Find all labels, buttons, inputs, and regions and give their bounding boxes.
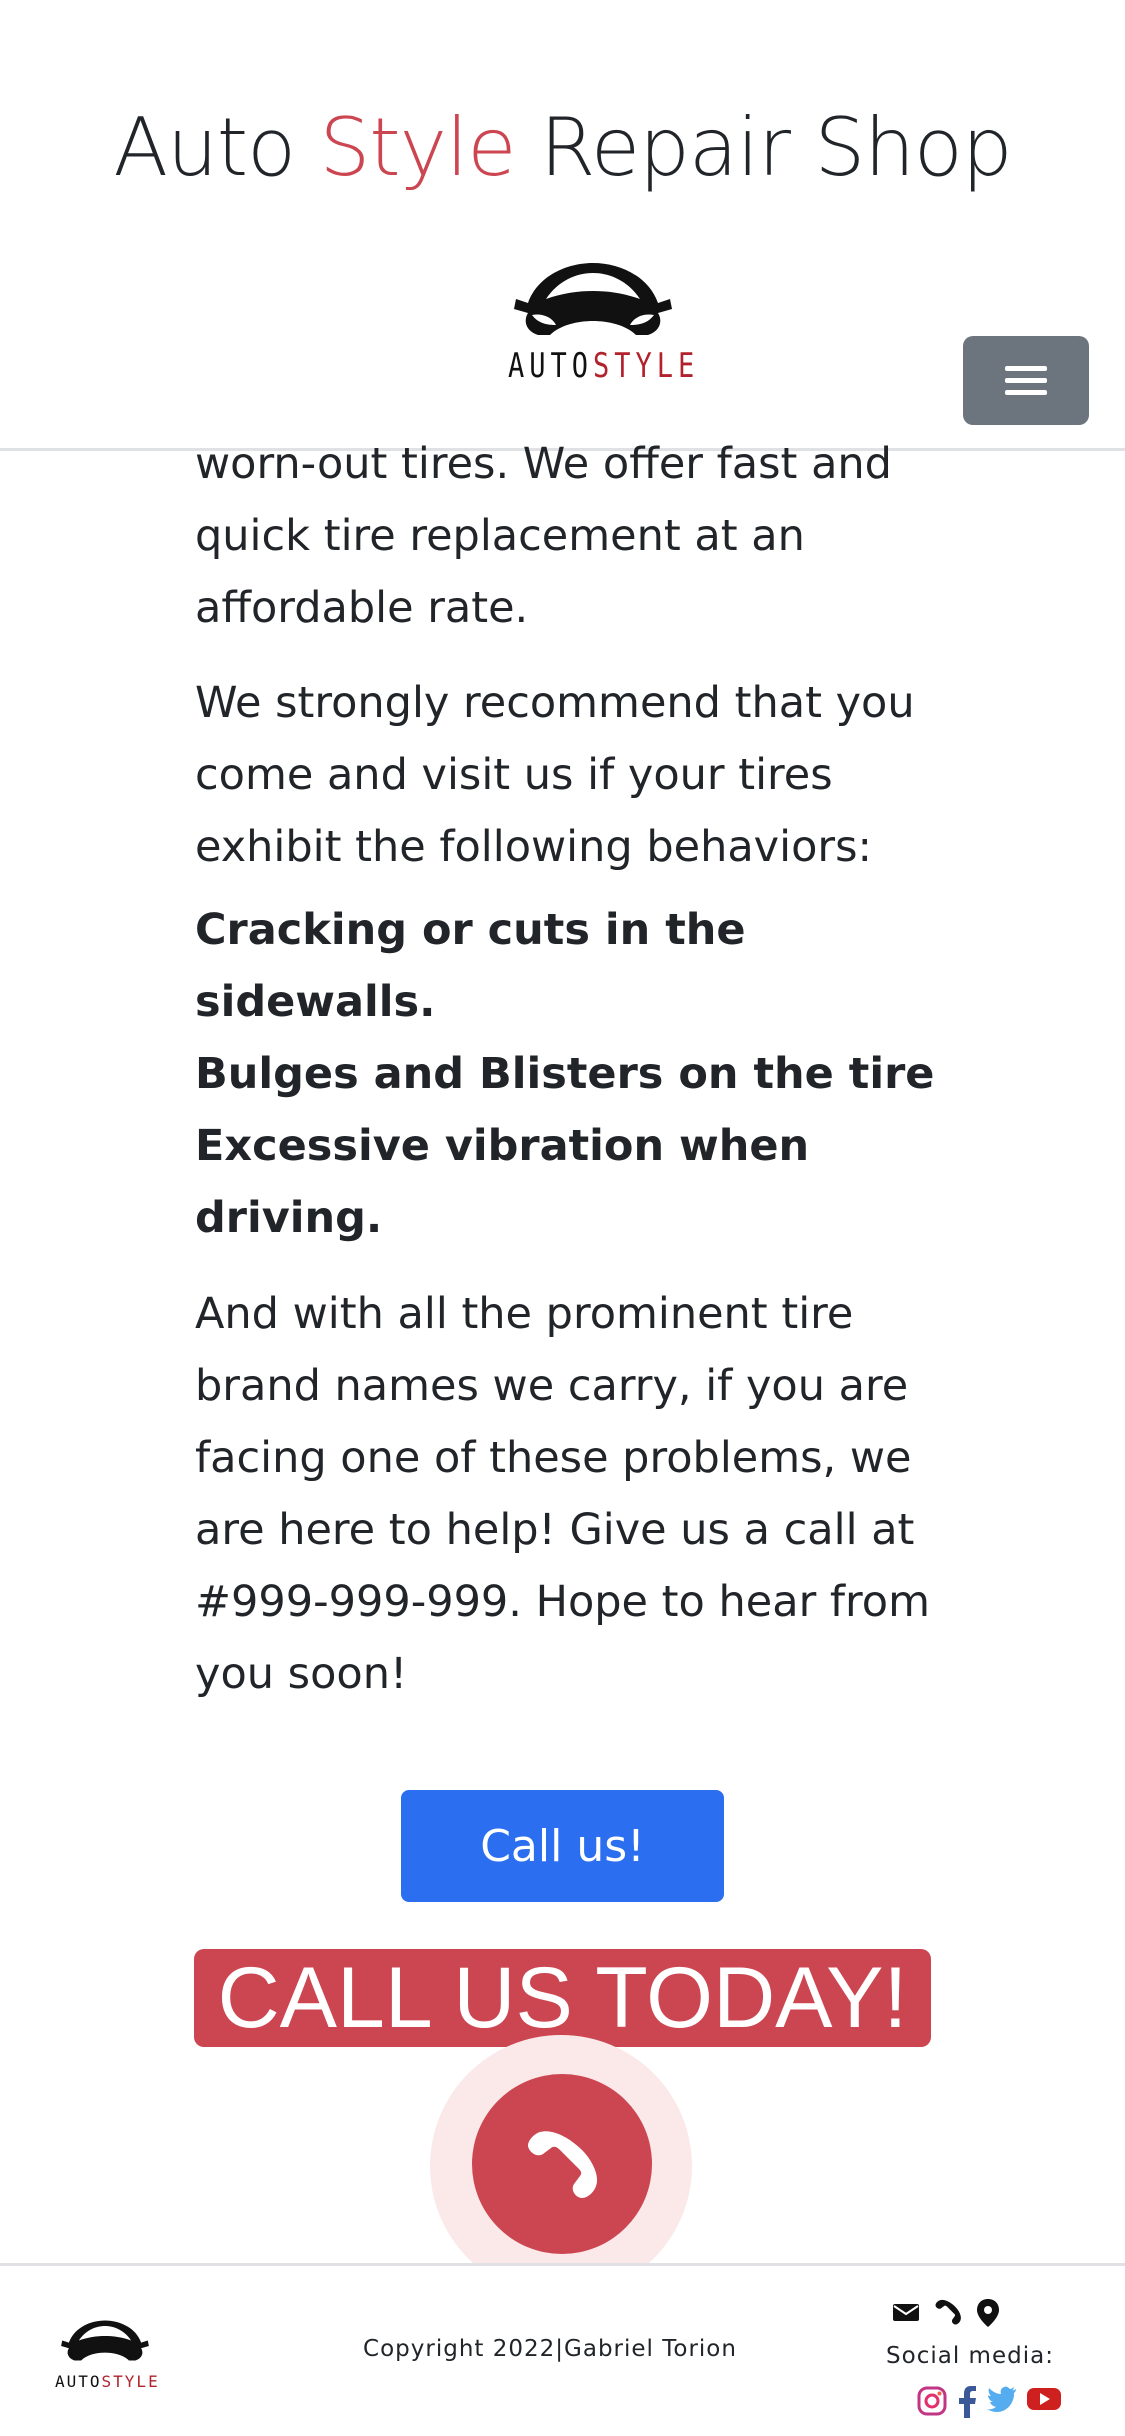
twitter-icon[interactable] <box>987 2386 1017 2420</box>
menu-toggle-button[interactable] <box>963 336 1089 425</box>
symptom-list: Cracking or cuts in the sidewalls. Bulge… <box>195 894 935 1254</box>
phone-call-fab[interactable] <box>472 2074 652 2254</box>
brand-logo[interactable]: AUTOSTYLE <box>508 255 700 386</box>
main-content: worn-out tires. We offer fast and quick … <box>195 439 935 1710</box>
social-media-label: Social media: <box>886 2343 1054 2369</box>
symptom-item: Bulges and Blisters on the tire <box>195 1049 935 1099</box>
social-icons <box>917 2386 1067 2426</box>
intro-paragraph: worn-out tires. We offer fast and quick … <box>195 439 892 633</box>
call-us-today-banner: CALL US TODAY! <box>194 1949 931 2047</box>
copyright-text: Copyright 2022|Gabriel Torion <box>363 2336 737 2362</box>
site-header: Auto Style Repair Shop AUTOSTYLE <box>0 0 1125 451</box>
closing-paragraph: And with all the prominent tire brand na… <box>195 1289 930 1699</box>
contact-icons <box>890 2298 1010 2330</box>
site-title-part1: Auto <box>113 101 320 194</box>
youtube-icon[interactable] <box>1027 2386 1061 2420</box>
car-logo-icon <box>514 263 672 335</box>
phone-icon[interactable] <box>934 2298 964 2328</box>
location-pin-icon[interactable] <box>976 2298 1006 2328</box>
footer-logo[interactable]: AUTOSTYLE <box>55 2316 160 2396</box>
car-logo-icon <box>61 2320 149 2361</box>
facebook-icon[interactable] <box>957 2386 977 2420</box>
mail-icon[interactable] <box>892 2298 922 2328</box>
site-footer: AUTOSTYLE Copyright 2022|Gabriel Torion … <box>0 2263 1125 2436</box>
site-title: Auto Style Repair Shop <box>0 108 1125 188</box>
instagram-icon[interactable] <box>917 2386 947 2420</box>
logo-wordmark: AUTOSTYLE <box>508 347 700 386</box>
site-title-part2: Repair Shop <box>515 101 1013 194</box>
phone-icon <box>528 2131 597 2198</box>
recommendation-paragraph: We strongly recommend that you come and … <box>195 678 915 872</box>
site-title-accent: Style <box>319 101 517 194</box>
symptom-item: Excessive vibration when driving. <box>195 1121 810 1243</box>
page: Auto Style Repair Shop AUTOSTYLE worn-ou… <box>0 0 1125 2436</box>
call-us-button[interactable]: Call us! <box>401 1790 724 1902</box>
symptom-item: Cracking or cuts in the sidewalls. <box>195 905 746 1027</box>
footer-logo-wordmark: AUTOSTYLE <box>55 2372 160 2391</box>
